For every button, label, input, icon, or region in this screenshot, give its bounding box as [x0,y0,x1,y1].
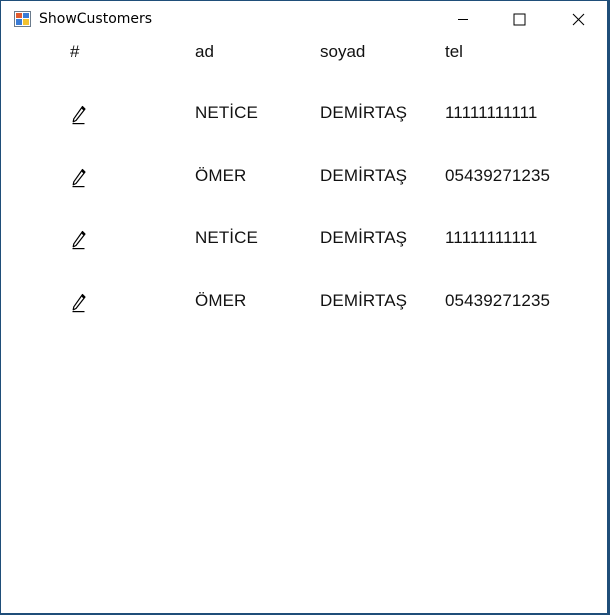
cell-soyad: DEMİRTAŞ [320,103,408,122]
minimize-icon [457,13,469,25]
title-bar[interactable]: ShowCustomers [1,1,607,38]
show-customers-window: ShowCustomers # ad soyad tel NETİCE DEMİ… [0,0,608,614]
app-icon [14,11,31,27]
table-row: ÖMER DEMİRTAŞ 05439271235 [1,291,607,331]
cell-ad: NETİCE [195,228,258,247]
cell-tel: 11111111111 [445,103,538,122]
column-header-soyad: soyad [320,42,366,61]
cell-soyad: DEMİRTAŞ [320,228,408,247]
column-header-hash: # [70,42,80,61]
window-title: ShowCustomers [39,11,153,27]
cell-tel: 05439271235 [445,291,551,310]
cell-tel: 11111111111 [445,228,538,247]
minimize-button[interactable] [435,1,491,37]
table-row: NETİCE DEMİRTAŞ 11111111111 [1,228,607,268]
close-icon [572,13,585,26]
cell-ad: ÖMER [195,166,247,185]
pencil-edit-icon[interactable] [71,293,87,313]
column-header-tel: tel [445,42,463,61]
table-row: NETİCE DEMİRTAŞ 11111111111 [1,103,607,143]
cell-soyad: DEMİRTAŞ [320,291,408,310]
cell-ad: NETİCE [195,103,258,122]
pencil-edit-icon[interactable] [71,168,87,188]
close-button[interactable] [550,1,606,37]
cell-ad: ÖMER [195,291,247,310]
pencil-edit-icon[interactable] [71,105,87,125]
maximize-icon [513,13,526,26]
cell-soyad: DEMİRTAŞ [320,166,408,185]
pencil-edit-icon[interactable] [71,230,87,250]
maximize-button[interactable] [491,1,547,37]
table-row: ÖMER DEMİRTAŞ 05439271235 [1,166,607,206]
cell-tel: 05439271235 [445,166,551,185]
column-header-ad: ad [195,42,214,61]
